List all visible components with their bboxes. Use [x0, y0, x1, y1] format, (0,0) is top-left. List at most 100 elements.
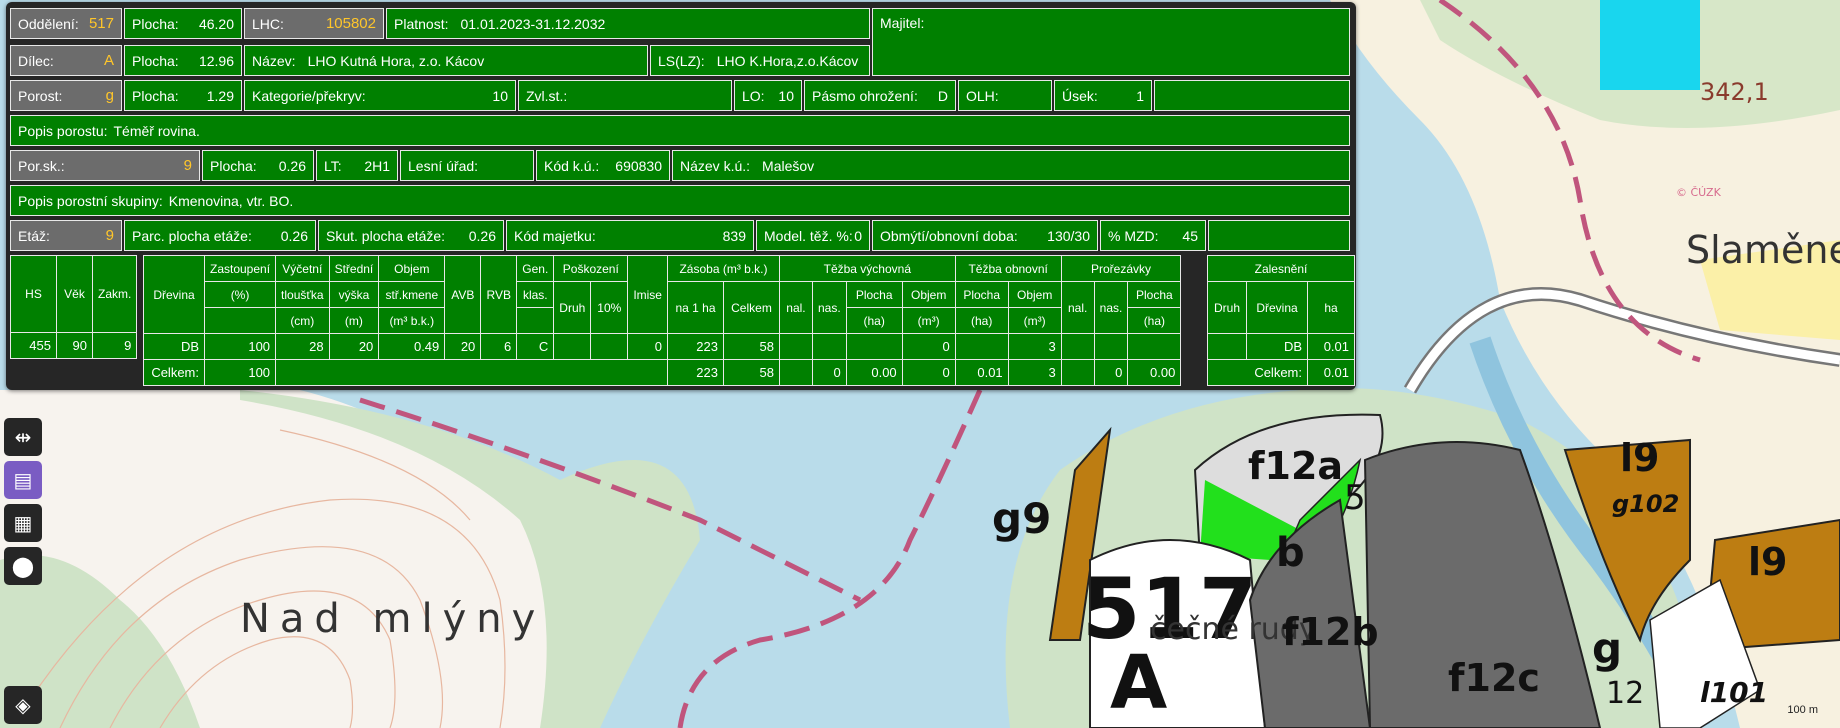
- cell-pr-nas: [1093, 333, 1129, 360]
- etaz-label: Etáž:: [18, 227, 50, 244]
- layers-icon: ◈: [15, 694, 31, 717]
- kod-ku-cell: Kód k.ú.: 690830: [536, 150, 670, 181]
- layers-tool-button[interactable]: ◈: [4, 686, 42, 724]
- model-tez-cell: Model. těž. %: 0: [756, 220, 870, 251]
- lhc-label: LHC:: [252, 15, 284, 32]
- col-tv-plocha: Plocha: [845, 281, 903, 308]
- platnost-value: 01.01.2023-31.12.2032: [460, 15, 606, 32]
- lhc-cell: LHC: 105802: [244, 8, 384, 39]
- map-label-elevation: 342,1: [1700, 78, 1769, 106]
- total-tv-objem: 0: [901, 359, 956, 386]
- col-drevina: Dřevina: [143, 255, 205, 334]
- col-tezba-obnovni: Těžba obnovní: [954, 255, 1062, 282]
- lesni-urad-cell: Lesní úřad:: [400, 150, 534, 181]
- cell-stredni: 20: [328, 333, 380, 360]
- porost-label: Porost:: [18, 87, 63, 104]
- map-label-l9-2: l9: [1748, 540, 1788, 584]
- cell-pr-nal: [1060, 333, 1095, 360]
- plocha-label: Plocha:: [210, 157, 257, 174]
- measure-icon: ⇹: [14, 426, 32, 449]
- majitel-label: Majitel:: [880, 15, 925, 31]
- ls-value: LHO K.Hora,z.o.Kácov: [716, 52, 859, 69]
- popis-skupiny-cell: Popis porostní skupiny: Kmenovina, vtr. B…: [10, 185, 1350, 216]
- etaz-cell: Etáž: 9: [10, 220, 122, 251]
- parc-plocha-cell: Parc. plocha etáže: 0.26: [124, 220, 316, 251]
- cell-celkem: 58: [722, 333, 780, 360]
- table-tool-button[interactable]: ▦: [4, 504, 42, 542]
- oddeleni-plocha-cell: Plocha: 46.20: [124, 8, 242, 39]
- kategorie-cell: Kategorie/překryv: 10: [244, 80, 516, 111]
- col-tv-objem-unit: (m³): [901, 307, 956, 334]
- col-zal-druh: Druh: [1207, 281, 1247, 334]
- map-label-f12b: f12b: [1282, 610, 1379, 654]
- col-gen: Gen.: [516, 255, 555, 282]
- lo-label: LO:: [742, 87, 765, 104]
- col-avb: AVB: [444, 255, 482, 334]
- kod-majetku-value: 839: [722, 227, 746, 244]
- stand-species-table-left: HS Věk Zakm. 455 90 9: [10, 255, 138, 359]
- obmyti-value: 130/30: [1047, 227, 1090, 244]
- col-zast-empty: [203, 307, 277, 334]
- book-tool-button[interactable]: ▤: [4, 461, 42, 499]
- col-tv-nas: nas.: [811, 281, 847, 334]
- cell-vek: 90: [56, 332, 93, 359]
- col-zalesneni: Zalesnění: [1207, 255, 1355, 282]
- col-celkem: Celkem: [722, 281, 780, 334]
- cell-10pct: [590, 333, 629, 360]
- cell-hs: 455: [10, 332, 57, 359]
- col-zastoupeni: Zastoupení: [203, 255, 277, 282]
- book-icon: ▤: [13, 469, 33, 492]
- cell-imise: 0: [627, 333, 668, 360]
- popis-skupiny-value: Kmenovina, vtr. BO.: [168, 192, 294, 209]
- oddeleni-value: 517: [88, 15, 114, 32]
- ruler-tool-button[interactable]: ⇹: [4, 418, 42, 456]
- cell-tv-nas: [811, 333, 847, 360]
- plocha-label: Plocha:: [132, 52, 179, 69]
- ls-label: LS(LZ):: [658, 52, 705, 69]
- dilec-cell: Dílec: A: [10, 45, 122, 76]
- info-row-etaz: Etáž: 9 Parc. plocha etáže: 0.26 Skut. plo…: [10, 220, 1350, 251]
- map-label-cuzk: © ČÚZK: [1676, 186, 1721, 199]
- usek-value: 1: [1136, 87, 1144, 104]
- porsk-plocha-cell: Plocha: 0.26: [202, 150, 314, 181]
- col-pr-nal: nal.: [1060, 281, 1095, 334]
- col-objem-2: stř.kmene: [378, 281, 446, 308]
- olh-label: OLH:: [966, 87, 999, 104]
- lhc-value: 105802: [325, 15, 376, 32]
- col-druh: Druh: [553, 281, 592, 334]
- plocha-label: Plocha:: [132, 87, 179, 104]
- olh-cell: OLH:: [958, 80, 1052, 111]
- total-tv-plocha: 0.00: [845, 359, 903, 386]
- col-objem: Objem: [378, 255, 446, 282]
- col-hs: HS: [10, 255, 57, 333]
- model-tez-label: Model. těž. %:: [764, 227, 853, 244]
- kod-majetku-cell: Kód majetku: 839: [506, 220, 754, 251]
- empty-cell: [1154, 80, 1350, 111]
- col-objem-3: (m³ b.k.): [378, 307, 446, 334]
- location-tool-button[interactable]: ⬤: [4, 547, 42, 585]
- porsk-label: Por.sk.:: [18, 157, 65, 174]
- total-to-objem: 3: [1007, 359, 1062, 386]
- porsk-value: 9: [183, 157, 192, 174]
- parc-plocha-label: Parc. plocha etáže:: [132, 227, 252, 244]
- map-label-g12-num: 12: [1606, 676, 1645, 711]
- info-row-dilec: Dílec: A Plocha: 12.96 Název: LHO Kutná Hor…: [10, 45, 870, 76]
- col-10pct: 10%: [590, 281, 629, 334]
- table-total-row: Celkem: 100 223 58 0 0.00 0 0.01 3 0 0.0…: [143, 359, 1182, 386]
- lo-value: 10: [778, 87, 794, 104]
- cell-objem: 0.49: [378, 333, 446, 360]
- cell-avb: 20: [444, 333, 482, 360]
- col-poskozeni: Poškození: [553, 255, 629, 282]
- map-label-b: b: [1276, 530, 1305, 576]
- col-pr-plocha-unit: (ha): [1127, 307, 1182, 334]
- empty-cell: [1208, 220, 1350, 251]
- cell-pr-plocha: [1127, 333, 1182, 360]
- cell-gen: C: [516, 333, 555, 360]
- model-tez-value: 0: [854, 227, 862, 244]
- cell-tv-nal: [778, 333, 813, 360]
- map-label-A: A: [1110, 640, 1168, 726]
- kategorie-value: 10: [492, 87, 508, 104]
- nazev-value: LHO Kutná Hora, z.o. Kácov: [307, 52, 485, 69]
- total-tv-nas: 0: [811, 359, 847, 386]
- cell-to-plocha: [954, 333, 1009, 360]
